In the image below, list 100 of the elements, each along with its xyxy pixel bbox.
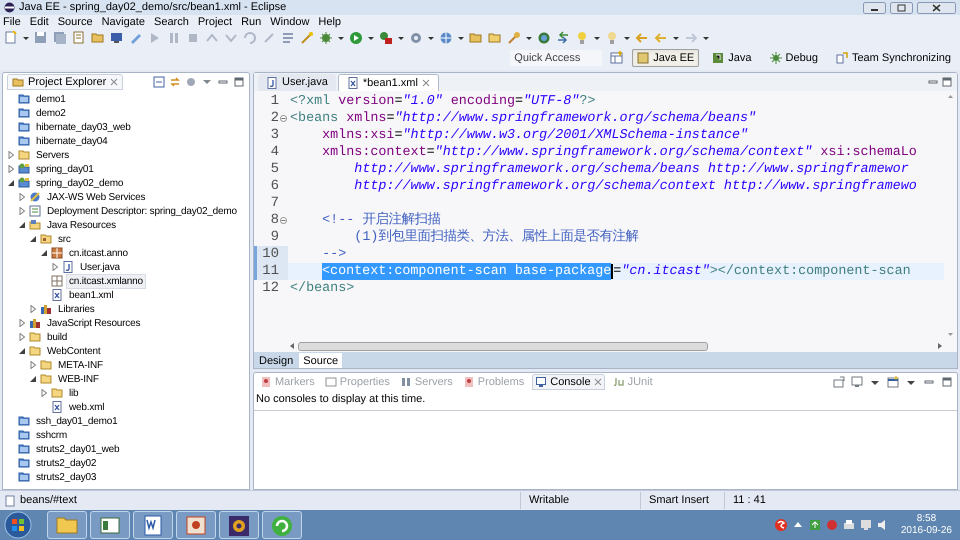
collapsed-arrow-icon[interactable] (7, 151, 15, 159)
maximize-icon[interactable] (890, 2, 913, 14)
start-button-icon[interactable] (4, 511, 32, 539)
tree-item[interactable]: User.java (77, 260, 123, 274)
document-icon[interactable] (72, 30, 86, 44)
run-config-icon[interactable] (379, 30, 393, 44)
filter-icon[interactable] (185, 76, 197, 88)
close-icon[interactable] (917, 2, 956, 14)
bug-icon[interactable] (319, 30, 333, 44)
taskbar-app-button[interactable] (176, 511, 216, 539)
menu-item[interactable]: Edit (30, 16, 49, 28)
collapse-all-icon[interactable] (153, 76, 165, 88)
run-icon[interactable] (349, 30, 363, 44)
wand-icon[interactable] (300, 30, 314, 44)
tree-item[interactable]: cn.itcast.xmlanno (66, 274, 146, 288)
taskbar-app-button[interactable] (219, 511, 259, 539)
tree-item[interactable]: hibernate_day03_web (33, 120, 134, 134)
back-icon[interactable] (635, 30, 649, 44)
view-tab[interactable]: Console (532, 374, 605, 390)
fold-icon[interactable] (280, 217, 287, 224)
collapsed-arrow-icon[interactable] (18, 333, 26, 341)
tree-item[interactable]: ssh_day01_demo1 (33, 414, 121, 428)
menu-item[interactable]: Source (58, 16, 93, 28)
menu-item[interactable]: Search (154, 16, 189, 28)
tree-item[interactable]: Libraries (55, 302, 98, 316)
tree-item[interactable]: demo2 (33, 106, 69, 120)
tree-item[interactable]: spring_day01 (33, 162, 97, 176)
scroll-left-icon[interactable] (288, 342, 296, 350)
collapsed-arrow-icon[interactable] (29, 361, 37, 369)
menu-item[interactable]: Navigate (102, 16, 145, 28)
tree-item[interactable]: Deployment Descriptor: spring_day02_demo (44, 204, 240, 218)
new-file-icon[interactable] (4, 30, 18, 44)
expanded-arrow-icon[interactable] (29, 375, 37, 383)
tree-item[interactable]: spring_day02_demo (33, 176, 126, 190)
tree-item[interactable]: demo1 (33, 92, 69, 106)
network-icon[interactable] (808, 518, 822, 532)
menu-item[interactable]: Run (241, 16, 262, 28)
list-icon[interactable] (281, 30, 295, 44)
expanded-arrow-icon[interactable] (18, 221, 26, 229)
bulb-icon[interactable] (605, 30, 619, 44)
tree-item[interactable]: bean1.xml (66, 288, 116, 302)
editor-tab[interactable]: *bean1.xml (338, 74, 439, 91)
save-icon[interactable] (34, 30, 48, 44)
tree-item[interactable]: struts2_day03 (33, 470, 100, 484)
clock-time[interactable]: 8:58 (916, 513, 936, 525)
save-all-icon[interactable] (53, 30, 67, 44)
tree-item[interactable]: Servers (33, 148, 72, 162)
scrollbar-thumb[interactable] (298, 342, 708, 350)
page-tab[interactable]: Source (299, 352, 342, 368)
minimize-icon[interactable] (863, 2, 886, 14)
perspective-button[interactable]: Java (707, 49, 757, 67)
pin-icon[interactable] (833, 376, 845, 388)
fold-icon[interactable] (280, 115, 287, 122)
view-tab[interactable]: Project Explorer (7, 74, 124, 90)
perspective-button[interactable]: Java EE (632, 49, 700, 67)
collapsed-arrow-icon[interactable] (18, 193, 26, 201)
expanded-arrow-icon[interactable] (40, 249, 48, 257)
menu-item[interactable]: Project (198, 16, 232, 28)
monitor-icon[interactable] (110, 30, 124, 44)
page-tab[interactable]: Design (255, 352, 298, 368)
tree-item[interactable]: META-INF (55, 358, 106, 372)
collapsed-arrow-icon[interactable] (29, 305, 37, 313)
taskbar-app-button[interactable] (90, 511, 130, 539)
tree-item[interactable]: WebContent (44, 344, 104, 358)
expanded-arrow-icon[interactable] (7, 179, 15, 187)
expanded-arrow-icon[interactable] (29, 235, 37, 243)
tree-item[interactable]: hibernate_day04 (33, 134, 111, 148)
scroll-right-icon[interactable] (936, 342, 944, 350)
tree-item[interactable]: build (44, 330, 70, 344)
menu-item[interactable]: Window (270, 16, 310, 28)
monitor-icon[interactable] (851, 376, 863, 388)
collapsed-arrow-icon[interactable] (51, 263, 59, 271)
link-icon[interactable] (169, 76, 181, 88)
perspective-button[interactable]: Debug (764, 49, 823, 67)
collapsed-arrow-icon[interactable] (40, 389, 48, 397)
collapsed-arrow-icon[interactable] (18, 319, 26, 327)
bulb-icon[interactable] (575, 30, 589, 44)
globe-icon[interactable] (439, 30, 453, 44)
tree-item[interactable]: Java Resources (44, 218, 119, 232)
globe-icon[interactable] (537, 30, 551, 44)
menu-item[interactable]: File (3, 16, 21, 28)
menu-item[interactable]: Help (318, 16, 342, 28)
tree-item[interactable]: src (55, 232, 74, 246)
tree-item[interactable]: JavaScript Resources (44, 316, 144, 330)
maximize-icon[interactable] (941, 376, 953, 388)
monitor-icon[interactable] (858, 518, 873, 532)
tree-item[interactable]: sshcrm (33, 428, 70, 442)
open-perspective-icon[interactable] (610, 51, 624, 65)
tree-item[interactable]: WEB-INF (55, 372, 102, 386)
tree-item[interactable]: JAX-WS Web Services (44, 190, 148, 204)
maximize-icon[interactable] (233, 76, 245, 88)
editor-tab[interactable]: User.java (258, 74, 336, 91)
collapsed-arrow-icon[interactable] (18, 207, 26, 215)
tree-item[interactable]: struts2_day02 (33, 456, 100, 470)
perspective-button[interactable]: Team Synchronizing (830, 49, 956, 67)
sogou-icon[interactable] (774, 518, 788, 532)
arrows-icon[interactable] (556, 30, 570, 44)
printer-icon[interactable] (842, 518, 856, 532)
taskbar-app-button[interactable] (133, 511, 173, 539)
quick-access-field[interactable]: Quick Access (510, 50, 602, 66)
